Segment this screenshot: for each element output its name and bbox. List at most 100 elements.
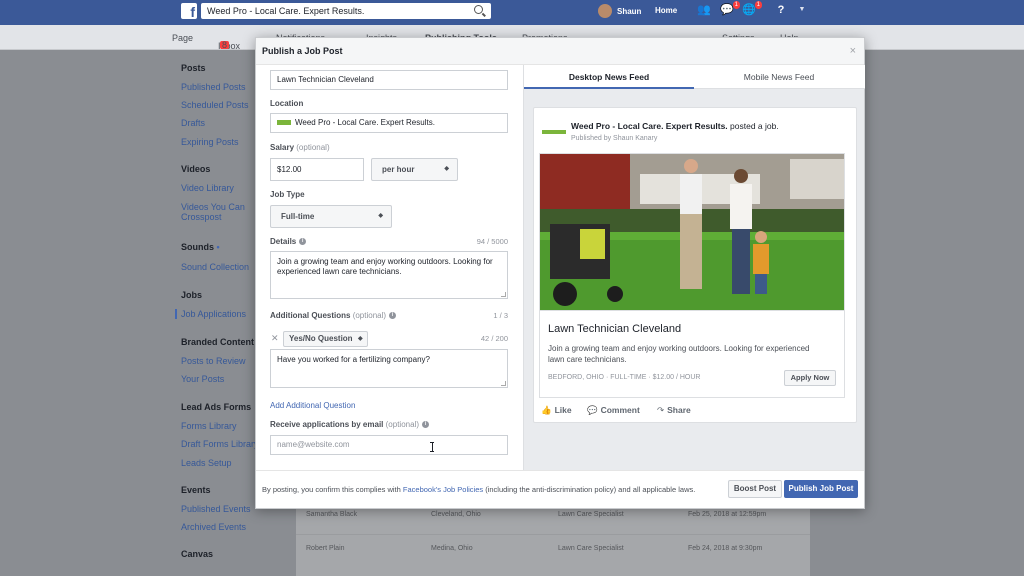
sidebar-item-drafts[interactable]: Drafts: [181, 118, 205, 128]
sidebar-item-published-posts[interactable]: Published Posts: [181, 82, 246, 92]
questions-counter: 1 / 3: [493, 311, 508, 320]
sidebar-item-videos-crosspost[interactable]: Videos You Can Crosspost: [181, 202, 245, 222]
help-icon[interactable]: ?: [774, 4, 788, 16]
question-textarea[interactable]: Have you worked for a fertilizing compan…: [270, 349, 508, 388]
sidebar-item-draft-forms-library[interactable]: Draft Forms Library: [181, 439, 259, 449]
details-label-text: Details: [270, 237, 297, 246]
facebook-logo-icon[interactable]: f: [181, 3, 197, 20]
sidebar-head-sounds: Sounds •: [181, 242, 220, 252]
sidebar-item-video-library[interactable]: Video Library: [181, 183, 234, 193]
share-button[interactable]: ↷ Share: [657, 405, 691, 416]
post-author-action: posted a job.: [727, 121, 779, 131]
sidebar-item-leads-setup[interactable]: Leads Setup: [181, 458, 232, 468]
sidebar-item-your-posts[interactable]: Your Posts: [181, 374, 224, 384]
question-type-value: Yes/No Question: [289, 334, 353, 343]
job-post-preview: Desktop News Feed Mobile News Feed Weed …: [523, 65, 865, 470]
applicant-role: Lawn Care Specialist: [558, 545, 624, 552]
close-icon[interactable]: ×: [850, 45, 856, 57]
job-description: Join a growing team and enjoy working ou…: [548, 344, 810, 364]
question-type-select[interactable]: Yes/No Question ◆: [283, 331, 368, 347]
policy-suffix: (including the anti-discrimination polic…: [483, 485, 696, 494]
search-icon[interactable]: [474, 5, 483, 14]
email-label: Receive applications by email (optional)…: [270, 420, 429, 429]
text-cursor-icon: [430, 442, 434, 452]
dialog-header: Publish a Job Post ×: [256, 38, 864, 65]
details-textarea[interactable]: Join a growing team and enjoy working ou…: [270, 251, 508, 299]
tab-desktop-news-feed[interactable]: Desktop News Feed: [524, 65, 694, 89]
search-input[interactable]: Weed Pro - Local Care. Expert Results.: [201, 3, 491, 19]
add-question-link[interactable]: Add Additional Question: [270, 401, 355, 410]
sidebar-head-sounds-label: Sounds: [181, 242, 214, 252]
info-icon[interactable]: i: [389, 312, 397, 320]
sidebar-item-expiring-posts[interactable]: Expiring Posts: [181, 137, 239, 147]
home-link[interactable]: Home: [655, 6, 677, 15]
avatar: [598, 4, 612, 18]
sidebar-item-job-applications[interactable]: Job Applications: [175, 309, 246, 319]
remove-question-icon[interactable]: ✕: [271, 333, 279, 344]
post-actions: 👍 Like 💬 Comment ↷ Share: [539, 402, 845, 420]
sidebar-item-scheduled-posts[interactable]: Scheduled Posts: [181, 100, 249, 110]
job-type-select[interactable]: Full-time ◆: [270, 205, 392, 228]
job-post-form: Lawn Technician Cleveland Location Weed …: [256, 65, 522, 470]
dialog-title: Publish a Job Post: [262, 46, 343, 56]
additional-questions-text: Additional Questions: [270, 311, 351, 320]
job-post-photo: [539, 153, 845, 311]
apply-now-button[interactable]: Apply Now: [784, 370, 836, 386]
like-button[interactable]: 👍 Like: [541, 405, 572, 416]
location-field[interactable]: Weed Pro - Local Care. Expert Results.: [270, 113, 508, 133]
messages-icon[interactable]: 💬 1: [720, 1, 740, 16]
applicant-date: Feb 25, 2018 at 12:59pm: [688, 511, 767, 518]
notifications-icon[interactable]: 🌐 1: [742, 1, 762, 16]
select-caret-icon: ◆: [444, 166, 449, 172]
sidebar-head-events: Events: [181, 485, 211, 495]
job-details: Lawn Technician Cleveland Join a growing…: [539, 311, 845, 398]
publish-job-post-dialog: Publish a Job Post × Lawn Technician Cle…: [255, 37, 865, 509]
notifications-badge: 1: [754, 1, 762, 9]
friend-requests-icon[interactable]: 👥: [697, 4, 711, 16]
tab-page[interactable]: Page: [172, 33, 193, 43]
info-icon[interactable]: i: [421, 421, 429, 429]
chevron-down-icon[interactable]: ▼: [795, 4, 809, 16]
policy-prefix: By posting, you confirm this complies wi…: [262, 485, 403, 494]
question-value: Have you worked for a fertilizing compan…: [277, 355, 430, 364]
resize-handle-icon[interactable]: [501, 292, 506, 297]
share-icon: ↷: [657, 405, 665, 415]
resize-handle-icon[interactable]: [501, 381, 506, 386]
sidebar-item-sound-collection[interactable]: Sound Collection: [181, 262, 249, 272]
comment-button[interactable]: 💬 Comment: [587, 405, 640, 416]
salary-period-select[interactable]: per hour ◆: [371, 158, 458, 181]
job-type-value: Full-time: [281, 212, 315, 221]
post-author-name[interactable]: Weed Pro - Local Care. Expert Results.: [571, 121, 728, 131]
salary-field[interactable]: $12.00: [270, 158, 364, 181]
boost-post-button[interactable]: Boost Post: [728, 480, 782, 498]
dialog-footer: By posting, you confirm this complies wi…: [256, 470, 864, 508]
salary-label: Salary (optional): [270, 143, 330, 152]
email-field[interactable]: name@website.com: [270, 435, 508, 455]
tab-mobile-news-feed[interactable]: Mobile News Feed: [694, 65, 864, 89]
salary-period-value: per hour: [382, 165, 415, 174]
details-counter: 94 / 5000: [476, 237, 508, 246]
sidebar-head-canvas: Canvas: [181, 549, 214, 559]
sidebar-item-published-events[interactable]: Published Events: [181, 504, 251, 514]
sidebar-head-jobs: Jobs: [181, 290, 203, 300]
info-icon[interactable]: i: [299, 238, 307, 246]
job-title-field[interactable]: Lawn Technician Cleveland: [270, 70, 508, 90]
publish-job-post-button[interactable]: Publish Job Post: [784, 480, 858, 498]
applicant-role: Lawn Care Specialist: [558, 511, 624, 518]
location-label: Location: [270, 99, 304, 108]
sidebar-item-forms-library[interactable]: Forms Library: [181, 421, 237, 431]
search-input-value: Weed Pro - Local Care. Expert Results.: [207, 6, 365, 16]
job-title: Lawn Technician Cleveland: [548, 323, 682, 335]
job-policies-link[interactable]: Facebook's Job Policies: [403, 485, 483, 494]
table-row[interactable]: Robert Plain Medina, Ohio Lawn Care Spec…: [296, 534, 810, 560]
user-name: Shaun: [617, 6, 642, 16]
select-caret-icon: ◆: [357, 336, 363, 342]
comment-label: Comment: [600, 405, 640, 415]
profile-link[interactable]: Shaun: [598, 3, 641, 19]
policy-notice: By posting, you confirm this complies wi…: [262, 485, 695, 494]
sidebar-item-posts-to-review[interactable]: Posts to Review: [181, 356, 246, 366]
additional-questions-label: Additional Questions (optional) i: [270, 311, 397, 320]
preview-tabs: Desktop News Feed Mobile News Feed: [524, 65, 865, 89]
sidebar-item-archived-events[interactable]: Archived Events: [181, 522, 246, 532]
location-value: Weed Pro - Local Care. Expert Results.: [295, 118, 435, 127]
